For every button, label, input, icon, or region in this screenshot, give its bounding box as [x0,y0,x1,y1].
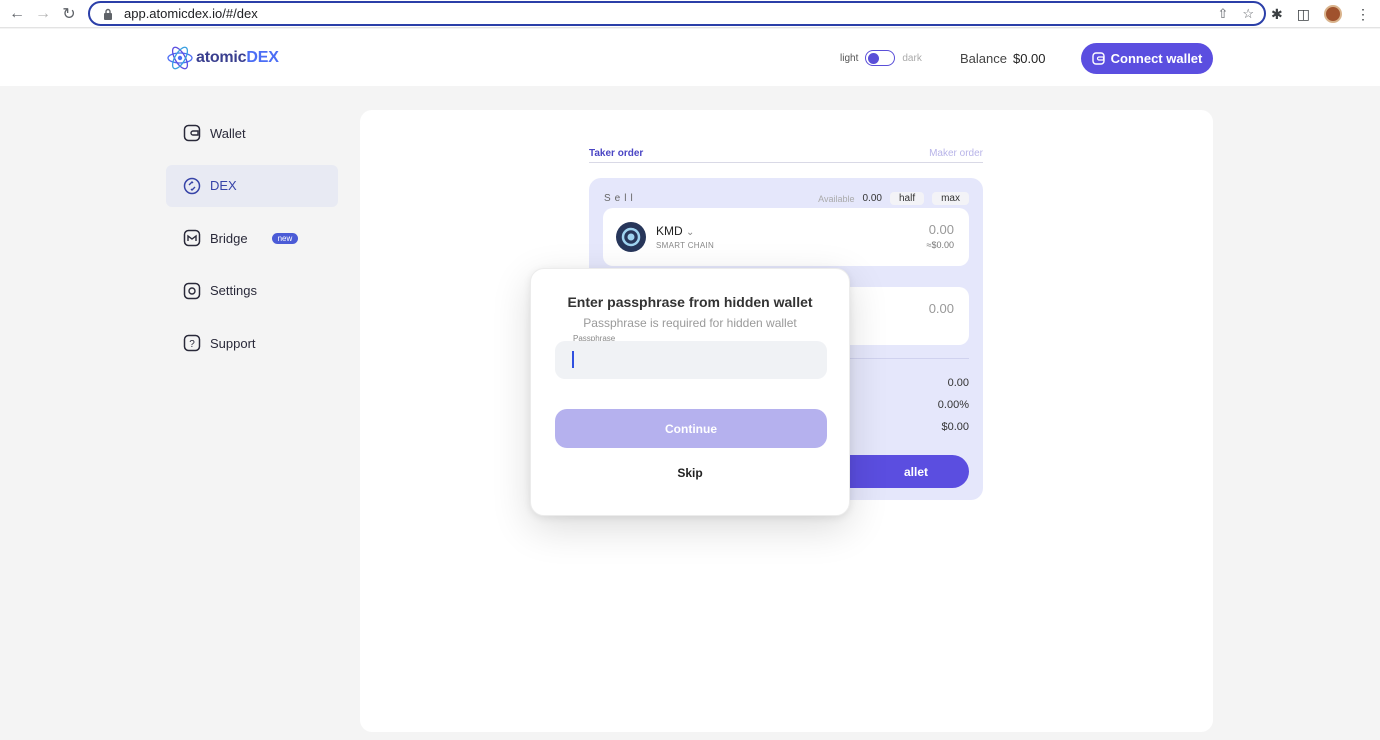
forward-icon[interactable]: → [30,1,56,27]
back-icon[interactable]: ← [4,1,30,27]
balance-label: Balance [960,51,1007,66]
sell-coin-network: SMART CHAIN [656,241,715,250]
dex-icon [182,176,202,196]
help-question-icon: ? [182,333,202,353]
passphrase-input[interactable] [555,341,827,379]
sidebar-item-wallet[interactable]: Wallet [166,112,338,154]
extensions-icon[interactable]: ✱ [1271,6,1283,23]
sidebar-item-label: Bridge [210,230,248,246]
buy-amount-input[interactable]: 0.00 [929,301,954,316]
logo-text: atomicDEX [196,49,279,66]
side-panel-icon[interactable]: ◫ [1297,6,1310,23]
sidebar-item-label: Wallet [210,125,246,141]
lock-icon [100,8,116,20]
sidebar-item-label: DEX [210,178,237,194]
sell-header: Sell Available 0.00 half max [604,192,969,205]
stat-value-1: 0.00 [947,377,969,389]
menu-kebab-icon[interactable]: ⋮ [1356,6,1370,23]
sidebar-item-support[interactable]: ? Support [166,322,338,364]
sell-amount-usd: ≈$0.00 [926,240,954,250]
balance-value: $0.00 [1012,51,1046,66]
browser-toolbar: ← → ↻ app.atomicdex.io/#/dex ⇧ ☆ ✱ ◫ ⋮ [0,0,1380,28]
theme-switch[interactable] [865,50,896,66]
sidebar-item-bridge[interactable]: Bridge new [166,217,338,259]
order-tabs: Taker order Maker order [589,148,983,163]
sell-amount-input[interactable]: 0.00 [929,222,954,237]
tab-maker-order[interactable]: Maker order [929,148,983,159]
connect-wallet-button[interactable]: Connect wallet [1081,43,1213,74]
sell-coin-selector[interactable]: KMD ⌄ [656,224,694,238]
atom-logo-icon [167,46,193,70]
sidebar-item-dex[interactable]: DEX [166,164,338,207]
profile-avatar[interactable] [1324,5,1342,23]
sidebar-item-settings[interactable]: Settings [166,270,338,312]
sell-label: Sell [604,193,637,204]
wallet-icon [182,123,202,143]
bridge-icon [182,228,202,248]
new-badge: new [271,232,299,244]
sidebar: Wallet DEX Bridge new Settings ? Support [166,112,338,375]
sidebar-item-label: Support [210,335,256,351]
bookmark-star-icon[interactable]: ☆ [1242,6,1254,22]
stat-value-2: 0.00% [937,399,969,411]
kmd-coin-icon [616,222,646,252]
app-header: atomicDEX light dark Balance $0.00 Connec… [0,29,1380,86]
settings-icon [182,281,202,301]
chevron-down-icon: ⌄ [686,227,695,238]
theme-light-label: light [840,52,859,64]
max-button[interactable]: max [932,192,969,205]
reload-icon[interactable]: ↻ [56,1,82,27]
skip-button[interactable]: Skip [531,466,849,480]
theme-dark-label: dark [902,52,922,64]
dialog-title: Enter passphrase from hidden wallet [567,294,813,310]
share-icon[interactable]: ⇧ [1217,6,1228,22]
dialog-subtitle: Passphrase is required for hidden wallet [583,316,797,330]
continue-button[interactable]: Continue [555,409,827,448]
atomicdex-logo[interactable]: atomicDEX [166,43,279,73]
address-bar[interactable]: app.atomicdex.io/#/dex ⇧ ☆ [88,1,1266,26]
stat-value-3: $0.00 [941,421,969,433]
theme-toggle[interactable]: light dark [840,50,922,66]
sidebar-item-label: Settings [210,283,257,299]
wallet-icon [1091,52,1105,65]
available-value: 0.00 [862,193,882,204]
text-caret [572,351,574,368]
url-text: app.atomicdex.io/#/dex [124,6,258,21]
tab-taker-order[interactable]: Taker order [589,148,643,159]
available-label: Available [818,193,855,204]
balance-display: Balance $0.00 [960,51,1046,66]
half-button[interactable]: half [889,192,925,205]
svg-text:?: ? [189,339,195,350]
passphrase-dialog: Enter passphrase from hidden wallet Pass… [530,268,850,516]
card-connect-label: allet [903,464,928,479]
connect-wallet-label: Connect wallet [1110,51,1203,66]
sell-coin-box: KMD ⌄ SMART CHAIN 0.00 ≈$0.00 [603,208,969,266]
